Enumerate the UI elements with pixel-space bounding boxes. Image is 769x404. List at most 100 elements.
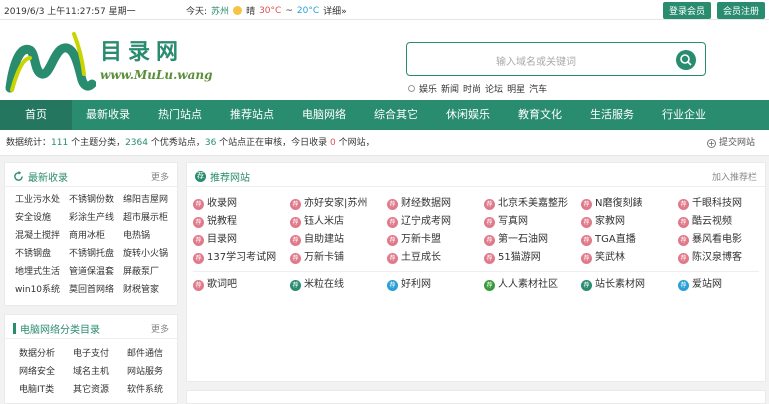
latest-item-link[interactable]: 不锈钢份数	[69, 191, 123, 209]
latest-item-link[interactable]: 彩涂生产线	[69, 209, 123, 227]
latest-item-link[interactable]: 安全设施	[15, 209, 69, 227]
recommend-site-link[interactable]: 荐土豆成长	[387, 249, 484, 267]
latest-item-link[interactable]: 屏蔽泵厂	[123, 263, 177, 281]
latest-more-link[interactable]: 更多	[151, 170, 169, 183]
latest-item-link[interactable]: 绵阳吉屋网	[123, 191, 177, 209]
search-input[interactable]: 输入域名或关键词	[407, 53, 665, 68]
submit-site-link[interactable]: + 提交网站	[706, 130, 755, 156]
recommend-site-link[interactable]: 荐锐教程	[193, 213, 290, 231]
recommend-site-link[interactable]: 荐站长素材网	[581, 276, 678, 294]
hot-keyword[interactable]: 汽车	[529, 82, 547, 95]
recommend-site-link[interactable]: 荐亦好安家|苏州	[290, 195, 387, 213]
site-icon: 荐	[678, 252, 689, 264]
site-logo[interactable]: 目录网 www.MuLu.wang	[4, 28, 213, 98]
nav-industry[interactable]: 行业企业	[648, 100, 720, 130]
category-item-link[interactable]: 数据分析	[19, 345, 73, 363]
hot-keyword[interactable]: 时尚	[463, 82, 481, 95]
logo-text-cn: 目录网	[100, 39, 185, 65]
recommend-site-name: 爱站网	[692, 279, 722, 290]
latest-item-link[interactable]: 混凝土搅拌	[15, 227, 69, 245]
category-item-link[interactable]: 域名主机	[73, 363, 127, 381]
recommend-site-link[interactable]: 荐好利网	[387, 276, 484, 294]
recommend-site-link[interactable]: 荐暴风看电影	[678, 231, 769, 249]
hot-keyword[interactable]: 论坛	[485, 82, 503, 95]
category-item-link[interactable]: 网络安全	[19, 363, 73, 381]
register-button[interactable]: 会员注册	[716, 2, 765, 19]
recommend-site-name: 第一石油网	[498, 234, 548, 245]
site-icon: 荐	[484, 279, 495, 291]
category-item-link[interactable]: 其它资源	[73, 381, 127, 399]
nav-recommended[interactable]: 推荐站点	[216, 100, 288, 130]
category-more-link[interactable]: 更多	[151, 322, 169, 335]
recommend-site-link[interactable]: 荐笑武林	[581, 249, 678, 267]
recommend-site-link[interactable]: 荐 137学习考试网	[193, 249, 290, 267]
recommend-site-link[interactable]: 荐财经数据网	[387, 195, 484, 213]
nav-education[interactable]: 教育文化	[504, 100, 576, 130]
site-icon: 荐	[193, 234, 204, 246]
latest-item-link[interactable]: 不锈钢托盘	[69, 245, 123, 263]
latest-list: 工业污水处 不锈钢份数 绵阳吉屋网安全设施 彩涂生产线 超市展示柜混凝土搅拌 商用冰柜 电热…	[5, 187, 177, 299]
nav-misc[interactable]: 综合其它	[360, 100, 432, 130]
latest-item-link[interactable]: win10系统	[15, 281, 69, 299]
category-box: 电脑网络分类目录 更多 数据分析 电子支付 邮件通信 网络安全 域名主机 网站服务 电脑IT…	[4, 314, 178, 404]
stats-bar: 数据统计：111 个主题分类，2364 个优秀站点，36 个站点正在审核，今日收…	[0, 130, 769, 156]
latest-item-link[interactable]: 商用冰柜	[69, 227, 123, 245]
recommend-site-link[interactable]: 荐 TGA直播	[581, 231, 678, 249]
join-recommend-link[interactable]: 加入推荐栏	[712, 170, 757, 183]
latest-item-link[interactable]: 不锈钢盘	[15, 245, 69, 263]
latest-item-link[interactable]: 财税管家	[123, 281, 177, 299]
recommend-site-link[interactable]: 荐人人素材社区	[484, 276, 581, 294]
nav-entertainment[interactable]: 休闲娱乐	[432, 100, 504, 130]
weather-detail-link[interactable]: 详细»	[323, 4, 347, 17]
hot-keyword[interactable]: 新闻	[441, 82, 459, 95]
category-item-link[interactable]: 电脑IT类	[19, 381, 73, 399]
nav-home[interactable]: 首页	[0, 100, 72, 130]
category-item-link[interactable]: 邮件通信	[127, 345, 181, 363]
site-icon: 荐	[678, 216, 689, 228]
recommend-site-name: 土豆成长	[401, 252, 441, 263]
login-button[interactable]: 登录会员	[662, 2, 711, 19]
recommend-site-link[interactable]: 荐收录网	[193, 195, 290, 213]
recommend-site-link[interactable]: 荐万新卡盟	[387, 231, 484, 249]
recommend-site-link[interactable]: 荐第一石油网	[484, 231, 581, 249]
recommend-site-link[interactable]: 荐千眼科技网	[678, 195, 769, 213]
recommend-site-link[interactable]: 荐北京禾美嘉整形	[484, 195, 581, 213]
recommend-site-link[interactable]: 荐歌词吧	[193, 276, 290, 294]
category-item-link[interactable]: 电子支付	[73, 345, 127, 363]
category-item-link[interactable]: 软件系统	[127, 381, 181, 399]
stats-text: 个站点正在审核，今日收录	[216, 138, 331, 148]
recommend-site-link[interactable]: 荐米粒在线	[290, 276, 387, 294]
recommend-site-link[interactable]: 荐 N磨復刻錶	[581, 195, 678, 213]
recommend-site-link[interactable]: 荐陈汉泉博客	[678, 249, 769, 267]
category-item-link[interactable]: 网站服务	[127, 363, 181, 381]
weather-city[interactable]: 苏州	[211, 4, 229, 17]
recommend-site-link[interactable]: 荐酷云视频	[678, 213, 769, 231]
latest-item-link[interactable]: 超市展示柜	[123, 209, 177, 227]
hot-keyword[interactable]: 明星	[507, 82, 525, 95]
nav-latest[interactable]: 最新收录	[72, 100, 144, 130]
weather-condition: 晴	[246, 7, 256, 17]
recommend-site-link[interactable]: 荐 51猫游网	[484, 249, 581, 267]
recommend-site-link[interactable]: 荐目录网	[193, 231, 290, 249]
recommend-site-link[interactable]: 荐辽宁成考网	[387, 213, 484, 231]
recommend-site-name: 收录网	[207, 198, 237, 209]
nav-life[interactable]: 生活服务	[576, 100, 648, 130]
recommend-site-link[interactable]: 荐万新卡铺	[290, 249, 387, 267]
latest-item-link[interactable]: 工业污水处	[15, 191, 69, 209]
recommend-site-link[interactable]: 荐钰人米店	[290, 213, 387, 231]
recommend-site-link[interactable]: 荐家教网	[581, 213, 678, 231]
nav-popular[interactable]: 热门站点	[144, 100, 216, 130]
recommend-site-link[interactable]: 荐自助建站	[290, 231, 387, 249]
hot-keyword[interactable]: 娱乐	[419, 82, 437, 95]
recommend-site-link[interactable]: 荐写真网	[484, 213, 581, 231]
nav-computer[interactable]: 电脑网络	[288, 100, 360, 130]
search-box[interactable]: 输入域名或关键词	[406, 42, 706, 76]
latest-item-link[interactable]: 旋转小火锅	[123, 245, 177, 263]
search-icon[interactable]	[675, 49, 697, 71]
recommend-site-name: 137学习考试网	[207, 252, 277, 263]
latest-item-link[interactable]: 莫回首网络	[69, 281, 123, 299]
latest-item-link[interactable]: 电热锅	[123, 227, 177, 245]
latest-item-link[interactable]: 地埋式生活	[15, 263, 69, 281]
latest-item-link[interactable]: 管道保温套	[69, 263, 123, 281]
recommend-site-link[interactable]: 荐爱站网	[678, 276, 769, 294]
